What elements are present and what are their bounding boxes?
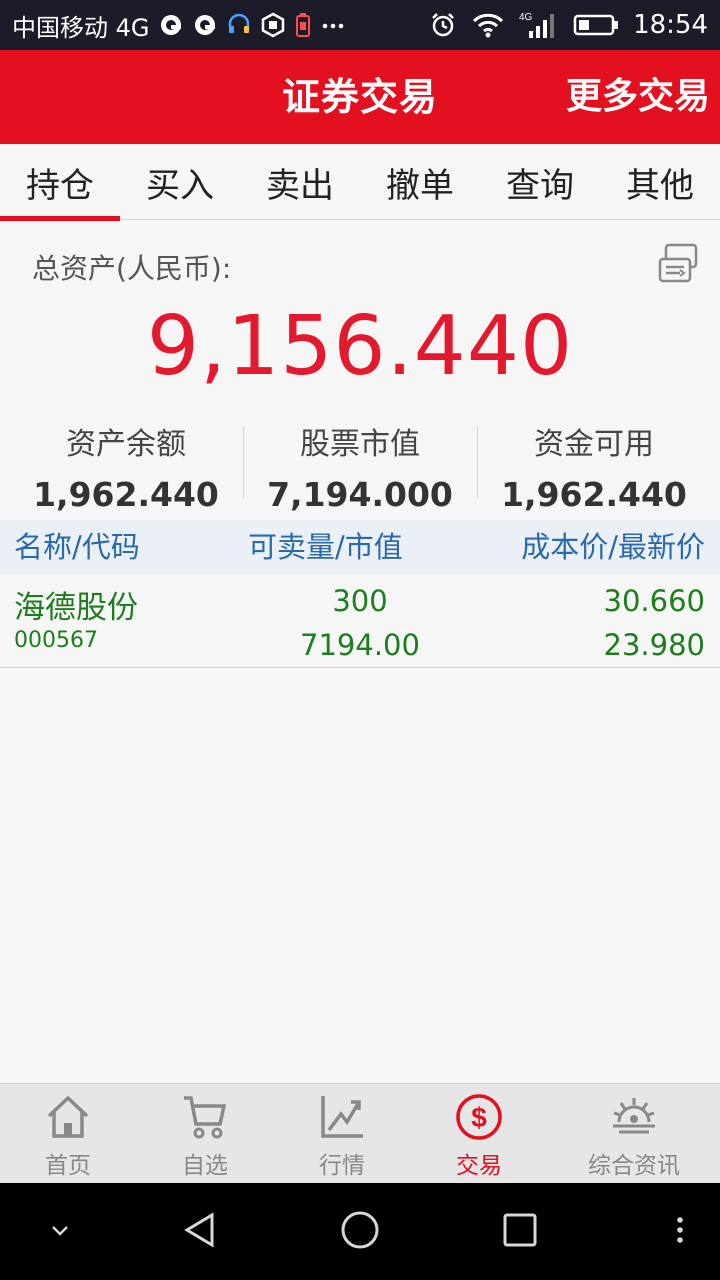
status-bar: 中国移动 4G 4G 18:54: [0, 0, 720, 50]
nav-news[interactable]: 综合资讯: [548, 1084, 720, 1184]
column-header-quantity: 可卖量/市值: [248, 530, 403, 564]
bottom-nav: 首页 自选 行情 $ 交易 综合资讯: [0, 1083, 720, 1183]
tab-buy[interactable]: 买入: [120, 144, 240, 220]
back-button[interactable]: [170, 1183, 230, 1280]
recents-square-icon: [501, 1211, 539, 1253]
recents-button[interactable]: [490, 1183, 550, 1280]
tab-cancel-order[interactable]: 撤单: [360, 144, 480, 220]
clock: 18:54: [633, 10, 708, 40]
home-circle-icon: [339, 1209, 381, 1255]
dollar-icon: $: [454, 1092, 504, 1142]
column-header-price: 成本价/最新价: [521, 530, 705, 564]
nav-label: 自选: [182, 1153, 228, 1179]
stat-label: 资产余额: [66, 427, 186, 462]
svg-text:$: $: [471, 1102, 487, 1133]
more-dots-icon: [320, 12, 346, 38]
stat-label: 资金可用: [534, 427, 654, 462]
alarm-icon: [429, 11, 457, 39]
trend-chart-icon: [317, 1092, 367, 1142]
total-assets-label: 总资产(人民币):: [32, 252, 232, 285]
nav-home[interactable]: 首页: [0, 1084, 136, 1184]
tab-bar: 持仓 买入 卖出 撤单 查询 其他: [0, 144, 720, 221]
sunrise-icon: [609, 1092, 659, 1142]
cost-price: 30.660: [603, 584, 705, 618]
stock-name: 海德股份: [14, 590, 138, 626]
app-screen: 中国移动 4G 4G 18:54 证券交易 更多交易 持仓 买入 卖出 撤单 查…: [0, 0, 720, 1280]
nav-label: 行情: [319, 1153, 365, 1179]
stat-value: 1,962.440: [33, 475, 219, 514]
app-header: 证券交易 更多交易: [0, 50, 720, 144]
signal-icon: 4G: [519, 10, 559, 40]
chevron-down-icon: [48, 1218, 72, 1246]
back-triangle-icon: [180, 1210, 220, 1254]
total-assets-value: 9,156.440: [146, 299, 574, 394]
nav-label: 综合资讯: [588, 1153, 680, 1179]
hexagon-icon: [260, 12, 286, 38]
network-badge: 4G: [519, 12, 533, 23]
table-row[interactable]: 海德股份 000567 300 7194.00 30.660 23.980: [0, 574, 720, 668]
cart-icon: [180, 1092, 230, 1142]
nav-watchlist[interactable]: 自选: [136, 1084, 274, 1184]
headset-icon: [226, 12, 252, 38]
home-icon: [43, 1092, 93, 1142]
nav-label: 交易: [456, 1153, 502, 1179]
overflow-menu-button[interactable]: [660, 1183, 700, 1280]
more-trading-button[interactable]: 更多交易: [566, 50, 710, 144]
nav-market[interactable]: 行情: [274, 1084, 410, 1184]
system-nav-bar: [0, 1183, 720, 1280]
column-header-name: 名称/代码: [14, 530, 140, 564]
wifi-icon: [471, 11, 505, 39]
holdings-table-header: 名称/代码 可卖量/市值 成本价/最新价: [0, 520, 720, 574]
stat-label: 股票市值: [300, 427, 420, 462]
tab-sell[interactable]: 卖出: [240, 144, 360, 220]
qq-icon: [192, 12, 218, 38]
tab-holdings[interactable]: 持仓: [0, 144, 120, 221]
transfer-icon[interactable]: [656, 241, 702, 287]
carrier-label: 中国移动 4G: [12, 13, 150, 42]
tab-query[interactable]: 查询: [480, 144, 600, 220]
nav-label: 首页: [45, 1153, 91, 1179]
stat-stock-market-value: 股票市值 7,194.000: [243, 419, 477, 514]
qq-icon: [158, 12, 184, 38]
home-button[interactable]: [330, 1183, 390, 1280]
stat-value: 1,962.440: [501, 475, 687, 514]
latest-price: 23.980: [603, 628, 705, 662]
vertical-dots-icon: [675, 1215, 685, 1249]
battery-icon: [573, 12, 619, 38]
stat-value: 7,194.000: [267, 475, 453, 514]
assets-summary: 总资产(人民币): 9,156.440 资产余额 1,962.440 股票市值 …: [0, 221, 720, 519]
hide-nav-button[interactable]: [30, 1183, 90, 1280]
stock-code: 000567: [14, 628, 98, 653]
market-value: 7194.00: [300, 628, 420, 662]
tab-other[interactable]: 其他: [600, 144, 720, 220]
stat-asset-balance: 资产余额 1,962.440: [9, 419, 243, 514]
battery-warning-icon: [294, 12, 312, 38]
sellable-quantity: 300: [332, 584, 388, 618]
nav-trade[interactable]: $ 交易: [410, 1084, 548, 1184]
stat-available-funds: 资金可用 1,962.440: [477, 419, 711, 514]
